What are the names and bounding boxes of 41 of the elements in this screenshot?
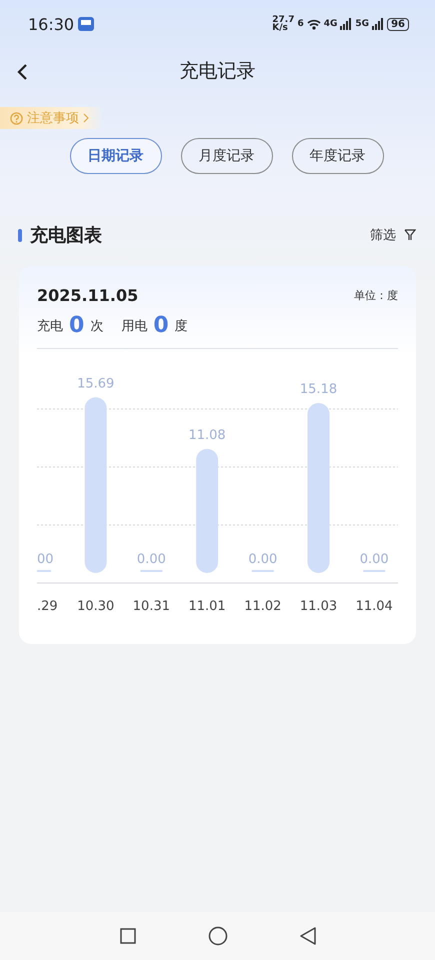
x-axis-label: 11.04	[356, 599, 393, 614]
signal-icon	[372, 18, 384, 30]
network-label: 4G	[324, 20, 338, 28]
x-axis-label: 10.31	[132, 599, 170, 614]
record-tab[interactable]: 月度记录	[180, 138, 272, 174]
section-title: 充电图表	[30, 224, 102, 247]
home-icon[interactable]	[208, 926, 228, 946]
help-icon	[10, 112, 23, 124]
value-label: 15.18	[300, 382, 338, 397]
x-axis-label: .29	[37, 599, 58, 614]
page-title: 充电记录	[180, 59, 256, 84]
network-label: 5G	[355, 20, 370, 28]
value-label: 0.00	[136, 552, 166, 567]
value-label: 11.08	[188, 428, 226, 443]
filter-button[interactable]: 筛选	[370, 226, 416, 244]
network-speed: 27.7 K/s	[272, 16, 294, 32]
back-icon[interactable]	[16, 63, 28, 81]
date-text: 2025.11.05	[37, 286, 138, 305]
x-axis-label: 11.03	[300, 599, 338, 614]
record-tab[interactable]: 日期记录	[70, 138, 162, 174]
card-icon	[78, 17, 94, 31]
value-label: 00	[37, 552, 54, 567]
recents-icon[interactable]	[120, 928, 136, 944]
unit-label: 单位：度	[354, 288, 398, 303]
battery-level: 96	[387, 18, 409, 30]
filter-icon	[404, 229, 416, 241]
x-axis-label: 11.01	[188, 599, 226, 614]
stat-text: 充电 0 次	[37, 313, 104, 338]
chevron-icon	[83, 113, 89, 123]
value-label: 0.00	[360, 552, 389, 567]
signal-icon	[340, 18, 352, 30]
wifi-channel-label: 6	[298, 20, 304, 28]
record-tab[interactable]: 年度记录	[292, 138, 384, 174]
x-axis-label: 11.02	[244, 599, 282, 614]
value-label: 15.69	[77, 376, 114, 392]
stat-text: 用电 0 度	[121, 313, 188, 338]
wifi-icon	[306, 18, 321, 30]
back-nav-icon[interactable]	[300, 927, 316, 945]
x-axis-label: 10.30	[77, 599, 114, 614]
time: 16:30	[28, 14, 74, 34]
value-label: 0.00	[248, 552, 278, 567]
